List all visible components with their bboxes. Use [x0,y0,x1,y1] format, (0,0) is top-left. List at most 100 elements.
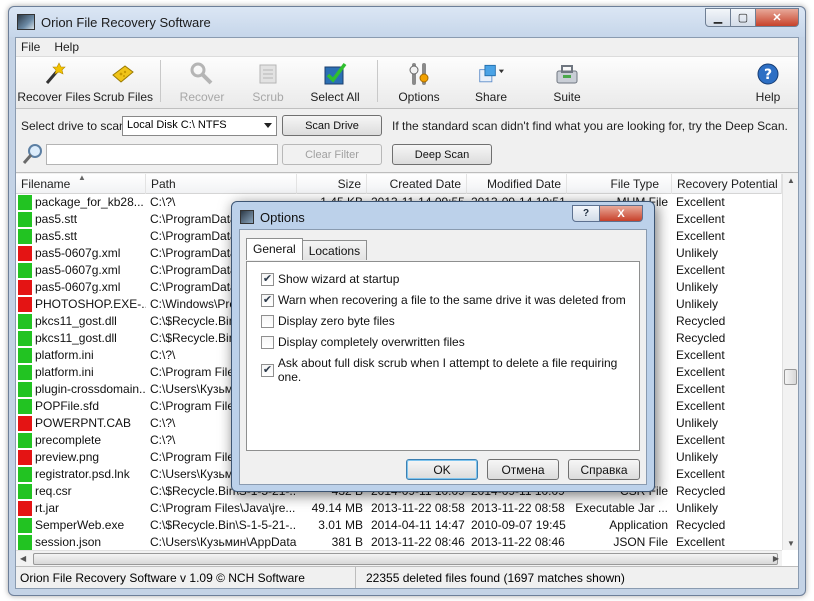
horizontal-scrollbar[interactable]: ◀ ▶ [16,550,782,566]
sponge-icon [110,61,136,87]
status-bar: Orion File Recovery Software v 1.09 © NC… [16,566,798,588]
checkbox-unchecked[interactable] [261,335,274,349]
cell-potential: Unlikely [676,501,719,515]
col-path[interactable]: Path [146,174,297,194]
dialog-close-button[interactable]: X [599,205,643,222]
cell-filename: POWERPNT.CAB [16,415,146,432]
cell-filename: preview.png [16,449,146,466]
recovery-status-icon [18,484,32,499]
menu-file[interactable]: File [21,40,40,54]
cell-potential: Unlikely [676,297,719,311]
close-button[interactable]: ✕ [755,8,799,27]
filename-text: plugin-crossdomain... [35,382,146,396]
title-bar[interactable]: Orion File Recovery Software ▁ ▢ ✕ [9,7,805,37]
cell-filename: pas5.stt [16,211,146,228]
minimize-button[interactable]: ▁ [705,8,731,27]
cell-filename: pas5-0607g.xml [16,279,146,296]
col-created[interactable]: Created Date [367,174,467,194]
cell-filename: PHOTOSHOP.EXE-... [16,296,146,313]
table-row[interactable]: session.json C:\Users\Кузьмин\AppData... 3… [16,534,798,551]
option-checkbox-row[interactable]: ✔ Ask about full disk scrub when I attemp… [261,356,639,384]
filename-text: PHOTOSHOP.EXE-... [35,297,146,311]
cell-potential: Recycled [676,484,726,498]
scroll-down-icon[interactable]: ▼ [787,539,795,548]
cell-potential: Recycled [676,331,726,345]
status-count: 22355 deleted files found (1697 matches … [366,570,625,585]
col-size[interactable]: Size [297,174,367,194]
toolbar-separator [160,59,161,102]
checkbox-unchecked[interactable] [261,314,274,328]
dialog-body: General Locations ✔ Show wizard at startu… [239,229,647,485]
recover-button[interactable]: Recover [167,56,237,104]
tab-general[interactable]: General [246,238,303,260]
col-potential[interactable]: Recovery Potential [672,174,782,194]
table-row[interactable]: SemperWeb.exe C:\$Recycle.Bin\S-1-5-21-..… [16,517,798,534]
deep-scan-button[interactable]: Deep Scan [392,144,492,165]
scan-drive-button[interactable]: Scan Drive [282,115,382,136]
cell-potential: Unlikely [676,450,719,464]
checkbox-checked[interactable]: ✔ [261,272,274,286]
checkbox-checked[interactable]: ✔ [261,293,274,307]
cell-filename: SemperWeb.exe [16,517,146,534]
filename-text: pas5-0607g.xml [35,246,121,260]
option-checkbox-row[interactable]: Display zero byte files [261,314,395,328]
cell-potential: Recycled [676,518,726,532]
option-checkbox-row[interactable]: ✔ Warn when recovering a file to the same… [261,293,626,307]
help-dialog-button[interactable]: Справка [568,459,640,480]
recover-files-button[interactable]: Recover Files [16,56,92,104]
filename-text: POWERPNT.CAB [35,416,132,430]
scroll-up-icon[interactable]: ▲ [787,176,795,185]
option-label: Warn when recovering a file to the same … [278,293,626,307]
ok-button[interactable]: OK [406,459,478,480]
cell-potential: Excellent [676,433,725,447]
clear-filter-button[interactable]: Clear Filter [282,144,382,165]
horizontal-scroll-thumb[interactable] [33,553,778,565]
share-button[interactable]: Share [454,56,528,104]
cancel-button[interactable]: Отмена [487,459,559,480]
filename-text: rt.jar [35,501,59,515]
scrub-button[interactable]: Scrub [237,56,299,104]
cell-filename: req.csr [16,483,146,500]
scrub-files-button[interactable]: Scrub Files [92,56,154,104]
recovery-status-icon [18,331,32,346]
help-button[interactable]: ? Help [738,56,798,104]
drive-select[interactable]: Local Disk C:\ NTFS [122,116,277,136]
recovery-status-icon [18,518,32,533]
tab-locations[interactable]: Locations [301,240,368,260]
cell-filename: rt.jar [16,500,146,517]
cell-modified: 2013-11-22 08:58 [471,501,565,515]
filter-input[interactable] [46,144,278,165]
cell-created: 2014-04-11 14:47 [371,518,465,532]
cell-path: C:\Users\Кузьмин\AppData... [150,535,297,549]
scroll-left-icon[interactable]: ◀ [20,554,26,563]
filename-text: pas5-0607g.xml [35,280,121,294]
question-icon: ? [582,208,590,219]
drive-label: Select drive to scan: [21,119,130,133]
options-label: Options [398,90,440,104]
col-type[interactable]: File Type [567,174,672,194]
window-title: Orion File Recovery Software [41,15,211,30]
scroll-right-icon[interactable]: ▶ [773,554,779,563]
recovery-status-icon [18,467,32,482]
select-all-button[interactable]: Select All [299,56,371,104]
menu-help[interactable]: Help [54,40,79,54]
cell-filename: pas5.stt [16,228,146,245]
scrub-files-label: Scrub Files [92,90,154,104]
checkbox-checked[interactable]: ✔ [261,363,274,377]
dialog-tabs: General Locations [246,238,368,260]
cell-potential: Unlikely [676,280,719,294]
vertical-scrollbar[interactable]: ▲ ▼ [782,174,798,550]
recovery-status-icon [18,348,32,363]
recovery-status-icon [18,399,32,414]
option-checkbox-row[interactable]: ✔ Show wizard at startup [261,272,399,286]
table-row[interactable]: rt.jar C:\Program Files\Java\jre... 49.14 … [16,500,798,517]
dialog-help-button[interactable]: ? [572,205,600,222]
options-button[interactable]: Options [384,56,454,104]
vertical-scroll-thumb[interactable] [784,369,797,385]
option-checkbox-row[interactable]: Display completely overwritten files [261,335,465,349]
maximize-button[interactable]: ▢ [730,8,756,27]
suite-button[interactable]: Suite [528,56,606,104]
cell-potential: Excellent [676,229,725,243]
col-modified[interactable]: Modified Date [467,174,567,194]
share-icon [478,61,504,87]
